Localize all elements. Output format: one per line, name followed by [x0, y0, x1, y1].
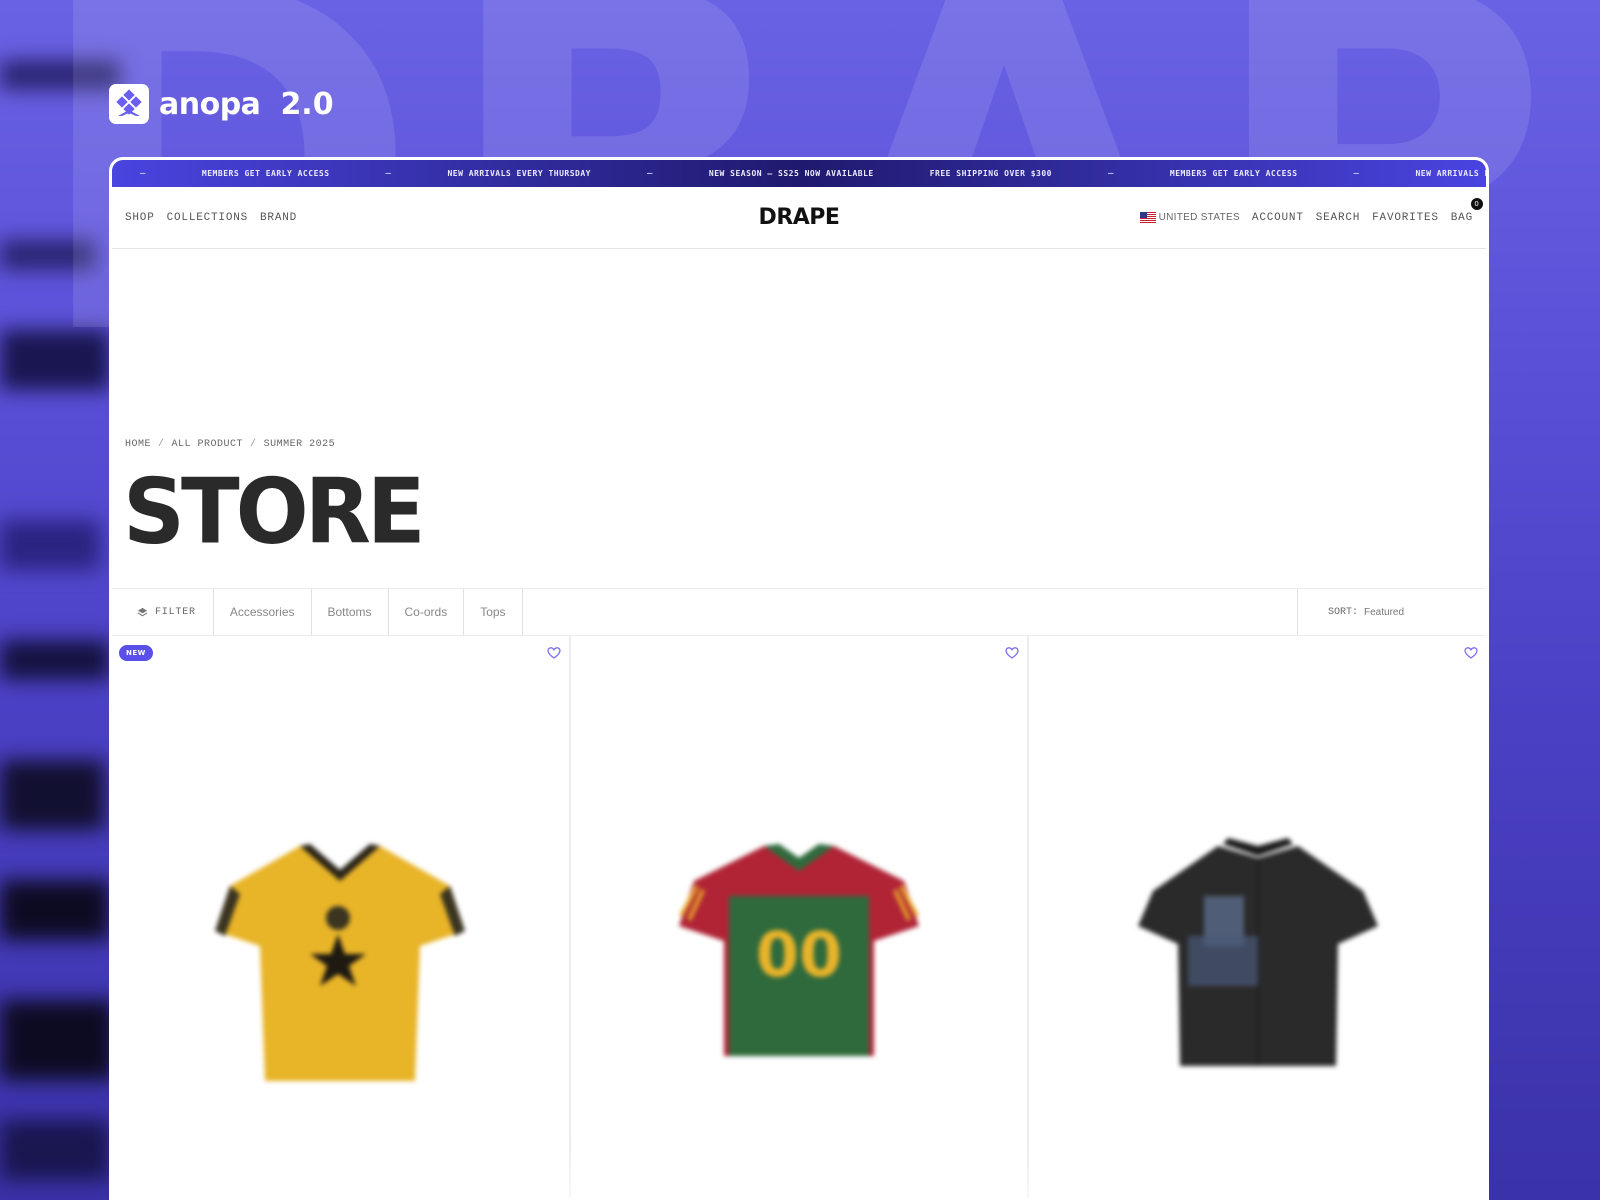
- nav-left: SHOP COLLECTIONS BRAND: [125, 212, 297, 224]
- layers-icon: [137, 607, 148, 616]
- nav-collections-link[interactable]: COLLECTIONS: [167, 212, 248, 224]
- breadcrumb-all-product[interactable]: ALL PRODUCT: [172, 439, 244, 450]
- breadcrumb-current: SUMMER 2025: [263, 439, 336, 450]
- yellow-jersey-image[interactable]: [210, 836, 470, 1086]
- country-label: UNITED STATES: [1158, 212, 1240, 223]
- background-streak: [0, 1000, 115, 1080]
- brand-version: 2.0: [280, 86, 334, 122]
- main-nav: SHOP COLLECTIONS BRAND DRAPE UNITED STAT…: [112, 187, 1486, 249]
- category-accessories[interactable]: Accessories: [214, 589, 312, 635]
- ticker-item: FREE SHIPPING OVER $300: [929, 169, 1052, 178]
- heart-icon[interactable]: [1464, 646, 1478, 660]
- ticker-item: NEW ARRIVALS EVERY THURSDAY: [1415, 169, 1486, 178]
- sort-label: SORT:: [1328, 606, 1359, 618]
- ticker-separator: –: [1353, 168, 1360, 179]
- category-co-ords[interactable]: Co-ords: [389, 589, 465, 635]
- background-streak: [0, 1120, 110, 1180]
- category-tops[interactable]: Tops: [464, 589, 523, 635]
- bag-label: BAG: [1450, 211, 1473, 224]
- black-shirt-image[interactable]: [1128, 836, 1388, 1076]
- heart-icon[interactable]: [547, 646, 561, 660]
- category-bottoms[interactable]: Bottoms: [312, 589, 389, 635]
- background-streak: [0, 880, 110, 940]
- us-flag-icon: [1139, 212, 1156, 223]
- nav-shop-link[interactable]: SHOP: [125, 212, 155, 224]
- nav-bag-link[interactable]: BAG 0: [1450, 197, 1483, 224]
- country-selector[interactable]: UNITED STATES: [1139, 212, 1240, 223]
- filter-bar: FILTER Accessories Bottoms Co-ords Tops …: [112, 588, 1486, 636]
- breadcrumb-home[interactable]: HOME: [125, 439, 151, 450]
- product-card[interactable]: [1029, 636, 1486, 1197]
- breadcrumb-separator: /: [158, 439, 165, 450]
- background-streak: [0, 520, 100, 570]
- ticker-item: NEW ARRIVALS EVERY THURSDAY: [447, 169, 591, 178]
- ticker-item: MEMBERS GET EARLY ACCESS: [201, 169, 330, 178]
- background-streak: [0, 640, 110, 680]
- brand-header: anopa 2.0: [109, 84, 334, 124]
- hero-section: HOME / ALL PRODUCT / SUMMER 2025 STORE: [112, 249, 1486, 588]
- filter-spacer: [523, 589, 1298, 635]
- ticker-separator: –: [646, 168, 653, 179]
- bag-count-badge: 0: [1471, 197, 1483, 210]
- new-badge: NEW: [119, 645, 153, 661]
- ticker-separator: –: [1108, 168, 1114, 179]
- site-logo[interactable]: DRAPE: [759, 205, 840, 230]
- filter-label: FILTER: [155, 606, 196, 618]
- ticker-separator: –: [140, 168, 146, 179]
- breadcrumb: HOME / ALL PRODUCT / SUMMER 2025: [125, 439, 335, 450]
- nav-brand-link[interactable]: BRAND: [260, 212, 297, 224]
- nav-search-link[interactable]: SEARCH: [1316, 212, 1360, 224]
- brand-name: anopa: [159, 86, 261, 122]
- ticker-item: NEW SEASON – SS25 NOW AVAILABLE: [708, 169, 874, 178]
- nav-account-link[interactable]: ACCOUNT: [1252, 212, 1304, 224]
- product-card[interactable]: NEW: [112, 636, 571, 1197]
- nav-favorites-link[interactable]: FAVORITES: [1372, 212, 1439, 224]
- anopa-logo-icon: [109, 84, 149, 124]
- ticker-separator: –: [385, 168, 392, 179]
- product-card[interactable]: 00: [571, 636, 1030, 1197]
- page-title: STORE: [123, 459, 426, 565]
- red-green-jersey-image[interactable]: 00: [669, 836, 929, 1066]
- background-streak: [0, 760, 105, 830]
- heart-icon[interactable]: [1005, 646, 1019, 660]
- sort-dropdown[interactable]: SORT: Featured: [1298, 589, 1486, 635]
- product-grid: NEW 00: [112, 636, 1486, 1197]
- nav-right: UNITED STATES ACCOUNT SEARCH FAVORITES B…: [1139, 197, 1483, 224]
- announcement-ticker: – MEMBERS GET EARLY ACCESS – NEW ARRIVAL…: [112, 160, 1486, 187]
- filter-button[interactable]: FILTER: [112, 589, 214, 635]
- svg-text:00: 00: [756, 918, 842, 991]
- sort-value: Featured: [1364, 606, 1405, 618]
- browser-frame: – MEMBERS GET EARLY ACCESS – NEW ARRIVAL…: [109, 157, 1489, 1200]
- ticker-item: MEMBERS GET EARLY ACCESS: [1169, 169, 1298, 178]
- breadcrumb-separator: /: [250, 439, 257, 450]
